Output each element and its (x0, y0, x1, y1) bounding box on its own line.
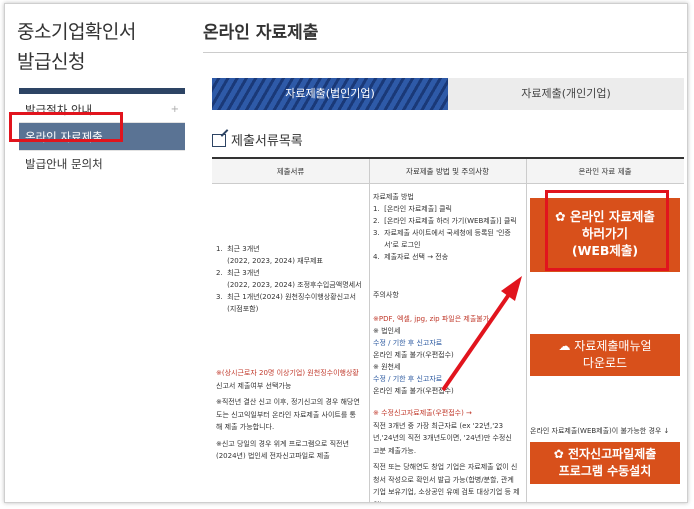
red-arrow-annotation (441, 276, 522, 392)
arrow-head (501, 276, 522, 301)
arrow-shaft (441, 291, 512, 392)
browser-content-frame: 중소기업확인서 발급신청 발급절차 안내 + 온라인 자료제출 발급안내 문의처… (4, 3, 688, 503)
